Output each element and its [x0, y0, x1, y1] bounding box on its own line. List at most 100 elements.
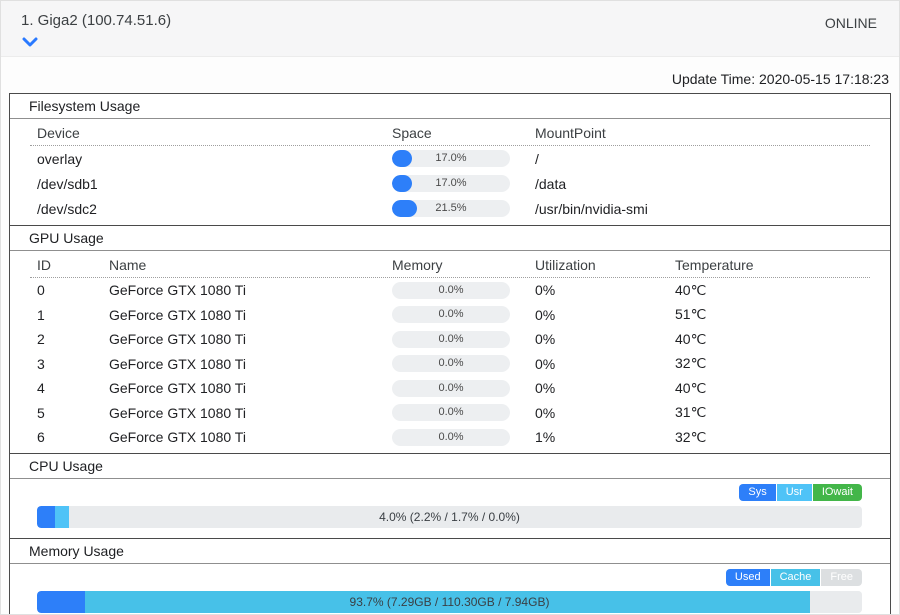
memory-percent-label: 0.0% [392, 282, 510, 299]
col-space: Space [392, 125, 535, 141]
memory-percent-label: 0.0% [392, 355, 510, 372]
cpu-legend: Sys Usr IOwait [10, 484, 862, 501]
filesystem-table-header: Device Space MountPoint [10, 119, 890, 145]
gpu-name-cell: GeForce GTX 1080 Ti [109, 429, 392, 445]
gpu-temp-cell: 40℃ [675, 282, 870, 299]
memory-progress-bar: 0.0% [392, 404, 510, 421]
col-utilization: Utilization [535, 257, 675, 273]
table-row: 4 GeForce GTX 1080 Ti 0.0% 0% 40℃ [10, 376, 890, 401]
gpu-id-cell: 4 [37, 380, 109, 396]
col-mountpoint: MountPoint [535, 125, 870, 141]
table-row: /dev/sdc2 21.5% /usr/bin/nvidia-smi [10, 196, 890, 221]
space-progress-bar: 17.0% [392, 175, 510, 192]
memory-panel: Memory Usage Used Cache Free 93.7% (7.29… [9, 538, 891, 615]
gpu-temp-cell: 40℃ [675, 331, 870, 348]
legend-iowait: IOwait [813, 484, 862, 501]
table-row: 3 GeForce GTX 1080 Ti 0.0% 0% 32℃ [10, 352, 890, 377]
gpu-id-cell: 1 [37, 307, 109, 323]
gpu-rows: 0 GeForce GTX 1080 Ti 0.0% 0% 40℃ 1 GeFo… [10, 278, 890, 453]
gpu-name-cell: GeForce GTX 1080 Ti [109, 356, 392, 372]
gpu-table-header: ID Name Memory Utilization Temperature [10, 251, 890, 277]
memory-percent-label: 0.0% [392, 306, 510, 323]
gpu-name-cell: GeForce GTX 1080 Ti [109, 380, 392, 396]
mountpoint-cell: / [535, 151, 870, 167]
space-percent-label: 17.0% [392, 150, 510, 167]
chevron-down-icon[interactable] [22, 34, 38, 44]
server-header: 1. Giga2 (100.74.51.6) ONLINE [1, 1, 899, 57]
memory-percent-label: 0.0% [392, 380, 510, 397]
gpu-util-cell: 0% [535, 356, 675, 372]
table-row: 0 GeForce GTX 1080 Ti 0.0% 0% 40℃ [10, 278, 890, 303]
legend-usr: Usr [777, 484, 812, 501]
filesystem-panel: Filesystem Usage Device Space MountPoint… [9, 93, 891, 226]
gpu-id-cell: 3 [37, 356, 109, 372]
cpu-panel-title: CPU Usage [10, 454, 890, 479]
legend-free: Free [821, 569, 862, 586]
server-title: 1. Giga2 (100.74.51.6) [21, 12, 877, 29]
memory-usage-bar: 93.7% (7.29GB / 110.30GB / 7.94GB) [37, 591, 862, 613]
memory-progress-bar: 0.0% [392, 282, 510, 299]
cpu-panel: CPU Usage Sys Usr IOwait 4.0% (2.2% / 1.… [9, 453, 891, 539]
gpu-name-cell: GeForce GTX 1080 Ti [109, 282, 392, 298]
server-monitor-card: 1. Giga2 (100.74.51.6) ONLINE Update Tim… [0, 0, 900, 615]
table-row: 1 GeForce GTX 1080 Ti 0.0% 0% 51℃ [10, 303, 890, 328]
panels: Filesystem Usage Device Space MountPoint… [9, 93, 891, 615]
memory-progress-bar: 0.0% [392, 331, 510, 348]
gpu-name-cell: GeForce GTX 1080 Ti [109, 405, 392, 421]
memory-usage-label: 93.7% (7.29GB / 110.30GB / 7.94GB) [37, 591, 862, 613]
space-progress-bar: 21.5% [392, 200, 510, 217]
cpu-usage-label: 4.0% (2.2% / 1.7% / 0.0%) [37, 506, 862, 528]
device-cell: overlay [37, 151, 392, 167]
col-memory: Memory [392, 257, 535, 273]
memory-percent-label: 0.0% [392, 331, 510, 348]
table-row: 6 GeForce GTX 1080 Ti 0.0% 1% 32℃ [10, 425, 890, 450]
gpu-temp-cell: 31℃ [675, 404, 870, 421]
filesystem-rows: overlay 17.0% / /dev/sdb1 17.0% /data [10, 146, 890, 225]
gpu-panel: GPU Usage ID Name Memory Utilization Tem… [9, 225, 891, 454]
memory-progress-bar: 0.0% [392, 306, 510, 323]
memory-percent-label: 0.0% [392, 429, 510, 446]
gpu-util-cell: 0% [535, 331, 675, 347]
space-percent-label: 17.0% [392, 175, 510, 192]
gpu-temp-cell: 51℃ [675, 306, 870, 323]
table-row: overlay 17.0% / [10, 146, 890, 171]
gpu-temp-cell: 32℃ [675, 429, 870, 446]
mountpoint-cell: /data [535, 176, 870, 192]
gpu-panel-title: GPU Usage [10, 226, 890, 251]
table-row: 5 GeForce GTX 1080 Ti 0.0% 0% 31℃ [10, 401, 890, 426]
filesystem-panel-title: Filesystem Usage [10, 94, 890, 119]
device-cell: /dev/sdb1 [37, 176, 392, 192]
legend-used: Used [726, 569, 770, 586]
gpu-temp-cell: 40℃ [675, 380, 870, 397]
memory-panel-title: Memory Usage [10, 539, 890, 564]
gpu-id-cell: 5 [37, 405, 109, 421]
mountpoint-cell: /usr/bin/nvidia-smi [535, 201, 870, 217]
gpu-id-cell: 0 [37, 282, 109, 298]
cpu-usage-bar: 4.0% (2.2% / 1.7% / 0.0%) [37, 506, 862, 528]
legend-sys: Sys [739, 484, 775, 501]
device-cell: /dev/sdc2 [37, 201, 392, 217]
memory-progress-bar: 0.0% [392, 429, 510, 446]
table-row: /dev/sdb1 17.0% /data [10, 171, 890, 196]
gpu-util-cell: 0% [535, 282, 675, 298]
col-device: Device [37, 125, 392, 141]
space-progress-bar: 17.0% [392, 150, 510, 167]
gpu-util-cell: 0% [535, 405, 675, 421]
gpu-name-cell: GeForce GTX 1080 Ti [109, 331, 392, 347]
table-row: 2 GeForce GTX 1080 Ti 0.0% 0% 40℃ [10, 327, 890, 352]
gpu-util-cell: 0% [535, 380, 675, 396]
gpu-util-cell: 0% [535, 307, 675, 323]
memory-progress-bar: 0.0% [392, 380, 510, 397]
memory-progress-bar: 0.0% [392, 355, 510, 372]
gpu-util-cell: 1% [535, 429, 675, 445]
gpu-name-cell: GeForce GTX 1080 Ti [109, 307, 392, 323]
gpu-id-cell: 6 [37, 429, 109, 445]
update-time: Update Time: 2020-05-15 17:18:23 [1, 57, 899, 94]
memory-percent-label: 0.0% [392, 404, 510, 421]
col-temperature: Temperature [675, 257, 870, 273]
memory-legend: Used Cache Free [10, 569, 862, 586]
space-percent-label: 21.5% [392, 200, 510, 217]
status-badge: ONLINE [825, 15, 877, 31]
col-id: ID [37, 257, 109, 273]
col-name: Name [109, 257, 392, 273]
